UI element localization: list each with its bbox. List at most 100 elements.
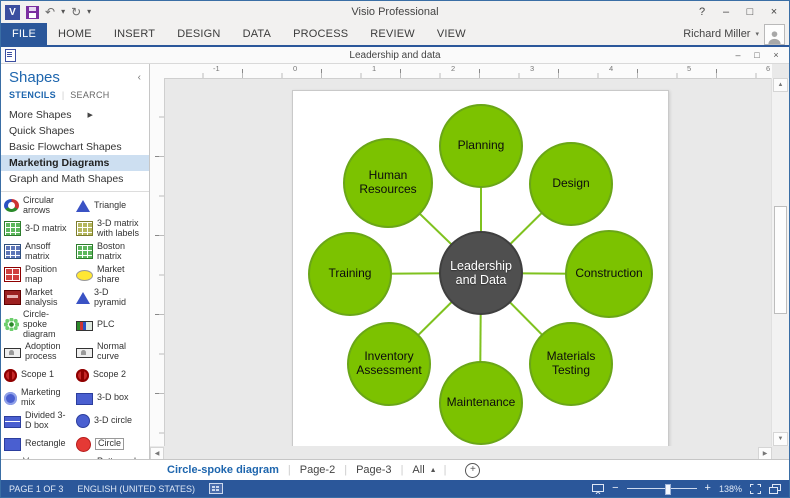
tab-review[interactable]: REVIEW: [359, 23, 426, 45]
zoom-level[interactable]: 138%: [719, 484, 742, 494]
stencil-label: Circular arrows: [23, 194, 55, 215]
stencil-3d-box[interactable]: 3-D box: [76, 387, 148, 410]
tab-stencils[interactable]: STENCILS: [9, 90, 56, 100]
fit-page-to-window-icon[interactable]: [750, 483, 761, 494]
zoom-out-button[interactable]: −: [612, 483, 618, 494]
page-tabs-bar: Circle-spoke diagram | Page-2 | Page-3 |…: [1, 459, 789, 480]
scroll-down-icon[interactable]: ▼: [773, 432, 788, 446]
stencil-normal-curve[interactable]: Normal curve: [76, 341, 148, 364]
doc-restore-button[interactable]: □: [748, 49, 766, 62]
language-indicator[interactable]: ENGLISH (UNITED STATES): [77, 484, 195, 494]
nav-quick-shapes[interactable]: Quick Shapes: [1, 123, 149, 139]
stencil-3d-matrix-labels[interactable]: 3-D matrix with labels: [76, 217, 148, 240]
stencil-circle-spoke-diagram[interactable]: Circle-spoke diagram: [4, 309, 76, 341]
node-maintenance[interactable]: Maintenance: [439, 361, 523, 445]
tab-search[interactable]: SEARCH: [70, 90, 109, 100]
stencil-label: Normal curve: [97, 341, 127, 362]
stencil-plc[interactable]: PLC: [76, 309, 148, 341]
zoom-in-button[interactable]: +: [705, 483, 711, 494]
shapes-header: Shapes ‹: [1, 64, 149, 87]
zoom-slider[interactable]: [626, 484, 697, 495]
tab-insert[interactable]: INSERT: [103, 23, 166, 45]
all-pages-arrow-icon: ▲: [429, 466, 437, 474]
scroll-up-icon[interactable]: ▲: [773, 78, 788, 92]
stencil-market-share[interactable]: Market share: [76, 263, 148, 286]
close-button[interactable]: ×: [763, 3, 785, 21]
tab-data[interactable]: DATA: [232, 23, 283, 45]
switch-windows-icon[interactable]: [769, 483, 781, 494]
undo-dropdown-icon[interactable]: ▾: [61, 6, 65, 18]
stencil-adoption-process[interactable]: Adoption process: [4, 341, 76, 364]
presentation-mode-icon[interactable]: [592, 483, 605, 494]
page-tab-3[interactable]: Page-3: [354, 464, 393, 476]
stencil-label: Triangle: [94, 199, 127, 210]
page-tab-circle-spoke-diagram[interactable]: Circle-spoke diagram: [165, 464, 281, 476]
restore-button[interactable]: □: [739, 3, 761, 21]
stencil-ansoff-matrix[interactable]: Ansoff matrix: [4, 240, 76, 263]
help-button[interactable]: ?: [691, 3, 713, 21]
insert-page-button[interactable]: +: [465, 462, 481, 478]
account-menu[interactable]: Richard Miller ▾: [683, 23, 785, 45]
stencil-boston-matrix[interactable]: Boston matrix: [76, 240, 148, 263]
visio-window: V ↶ ▾ ↻ ▾ Visio Professional ? – □ × FIL…: [0, 0, 790, 498]
stencil-label: Scope 1: [21, 369, 55, 380]
avatar[interactable]: [764, 23, 785, 45]
stencil-market-analysis[interactable]: Market analysis: [4, 286, 76, 309]
scrollbar-thumb[interactable]: [774, 206, 787, 314]
nav-marketing-diagrams[interactable]: Marketing Diagrams: [1, 155, 149, 171]
collapse-panel-icon[interactable]: ‹: [138, 72, 141, 83]
visio-app-icon[interactable]: V: [5, 4, 20, 20]
customize-qat-icon[interactable]: ▾: [87, 6, 91, 18]
stencil-position-map[interactable]: Position map: [4, 263, 76, 286]
drawing-viewport[interactable]: Planning Design Construction Materials T…: [164, 78, 772, 446]
tab-file[interactable]: FILE: [1, 23, 48, 45]
all-pages-button[interactable]: All: [410, 464, 426, 476]
stencil-label: Rectangle: [25, 438, 66, 449]
tab-home[interactable]: HOME: [47, 23, 103, 45]
node-design[interactable]: Design: [529, 142, 613, 226]
rectangle-icon: [4, 437, 21, 451]
node-materials-testing[interactable]: Materials Testing: [529, 322, 613, 406]
node-construction[interactable]: Construction: [565, 230, 653, 318]
status-bar: PAGE 1 OF 3 ENGLISH (UNITED STATES) − + …: [1, 480, 789, 497]
stencil-scope-1[interactable]: Scope 1: [4, 364, 76, 387]
nav-more-shapes[interactable]: More Shapes ▶: [1, 107, 149, 123]
stencil-nav: More Shapes ▶ Quick Shapes Basic Flowcha…: [1, 107, 149, 187]
node-inventory-assessment[interactable]: Inventory Assessment: [347, 322, 431, 406]
stencil-3d-matrix[interactable]: 3-D matrix: [4, 217, 76, 240]
tab-divider: |: [287, 464, 291, 476]
stencil-circular-arrows[interactable]: Circular arrows: [4, 194, 76, 217]
nav-basic-flowchart-shapes[interactable]: Basic Flowchart Shapes: [1, 139, 149, 155]
node-planning[interactable]: Planning: [439, 104, 523, 188]
vertical-scrollbar[interactable]: ▲ ▼: [771, 78, 789, 446]
divided-box-icon: [4, 415, 21, 428]
tab-view[interactable]: VIEW: [426, 23, 477, 45]
drawing-page[interactable]: Planning Design Construction Materials T…: [292, 90, 669, 446]
stencil-marketing-mix[interactable]: Marketing mix: [4, 387, 76, 410]
stencil-scope-2[interactable]: Scope 2: [76, 364, 148, 387]
redo-icon[interactable]: ↻: [71, 6, 81, 18]
stencil-3d-circle[interactable]: 3-D circle: [76, 410, 148, 433]
minimize-button[interactable]: –: [715, 3, 737, 21]
stencil-circle[interactable]: Circle: [76, 433, 148, 456]
node-training[interactable]: Training: [308, 232, 392, 316]
tab-design[interactable]: DESIGN: [166, 23, 231, 45]
drawing-canvas-area: -1 0 1 2 3 4 5 6 Planning Design Constru…: [150, 64, 789, 460]
undo-icon[interactable]: ↶: [45, 6, 55, 18]
submenu-arrow-icon: ▶: [87, 112, 93, 119]
stencil-divided-3d-box[interactable]: Divided 3-D box: [4, 410, 76, 433]
save-icon[interactable]: [26, 5, 39, 19]
stencil-triangle[interactable]: Triangle: [76, 194, 148, 217]
doc-minimize-button[interactable]: –: [729, 49, 747, 62]
nav-graph-math-shapes[interactable]: Graph and Math Shapes: [1, 171, 149, 187]
status-bar-right: − + 138%: [592, 483, 781, 495]
tab-process[interactable]: PROCESS: [282, 23, 359, 45]
page-tab-2[interactable]: Page-2: [298, 464, 337, 476]
node-human-resources[interactable]: Human Resources: [343, 138, 433, 228]
zoom-slider-thumb[interactable]: [664, 484, 671, 495]
page-indicator[interactable]: PAGE 1 OF 3: [9, 484, 63, 494]
doc-close-button[interactable]: ×: [767, 49, 785, 62]
node-center-leadership-and-data[interactable]: Leadership and Data: [439, 231, 523, 315]
stencil-3d-pyramid[interactable]: 3-D pyramid: [76, 286, 148, 309]
stencil-rectangle[interactable]: Rectangle: [4, 433, 76, 456]
